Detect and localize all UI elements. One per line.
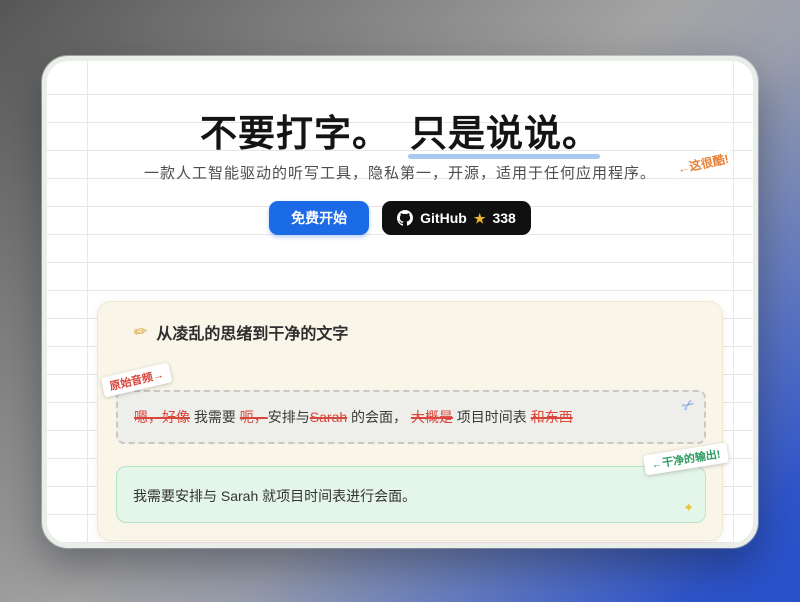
page-title: 不要打字。只是说说。 xyxy=(47,103,753,157)
demo-panel-title: 从凌乱的思绪到干净的文字 xyxy=(156,320,348,344)
pencil-icon: ✏ xyxy=(133,321,149,343)
get-started-label: 免费开始 xyxy=(291,211,347,225)
kept-word: 的会面， xyxy=(347,409,411,425)
page-title-part2: 只是说说。 xyxy=(410,113,600,154)
filler-word: 呃， xyxy=(240,409,268,425)
kept-word: 我需要 xyxy=(190,409,240,425)
raw-transcript-text: 嗯，好像 我需要 呃，安排与Sarah 的会面， 大概是 项目时间表 和东西 xyxy=(118,392,704,442)
page-subtitle: 一款人工智能驱动的听写工具，隐私第一，开源，适用于任何应用程序。 xyxy=(47,162,753,183)
github-star-count: 338 xyxy=(492,211,515,225)
landing-card: 不要打字。只是说说。 一款人工智能驱动的听写工具，隐私第一，开源，适用于任何应用… xyxy=(42,56,758,548)
cta-row: 免费开始 GitHub ★ 338 xyxy=(47,201,753,235)
github-button[interactable]: GitHub ★ 338 xyxy=(382,201,531,235)
get-started-button[interactable]: 免费开始 xyxy=(269,201,369,235)
github-label: GitHub xyxy=(420,211,467,225)
kept-word: 安排与 xyxy=(268,409,310,425)
filler-word: 和东西 xyxy=(531,409,573,425)
page-title-part1: 不要打字。 xyxy=(200,113,390,154)
clean-output-box: 我需要安排与 Sarah 就项目时间表进行会面。 ✦ xyxy=(116,466,706,523)
filler-word: 嗯，好像 xyxy=(134,409,190,425)
filler-word: 大概是 xyxy=(411,409,453,425)
raw-transcript-box: ✂ 嗯，好像 我需要 呃，安排与Sarah 的会面， 大概是 项目时间表 和东西 xyxy=(116,390,706,444)
github-icon xyxy=(397,210,413,226)
demo-panel-header: ✏ 从凌乱的思绪到干净的文字 xyxy=(134,320,348,344)
filler-word: Sarah xyxy=(310,409,347,425)
kept-word: 项目时间表 xyxy=(453,409,531,425)
star-icon: ★ xyxy=(474,212,486,225)
demo-panel: ✏ 从凌乱的思绪到干净的文字 原始音频→ ✂ 嗯，好像 我需要 呃，安排与Sar… xyxy=(97,301,723,541)
clean-output-text: 我需要安排与 Sarah 就项目时间表进行会面。 xyxy=(117,467,705,525)
sparkle-icon: ✦ xyxy=(683,500,694,516)
